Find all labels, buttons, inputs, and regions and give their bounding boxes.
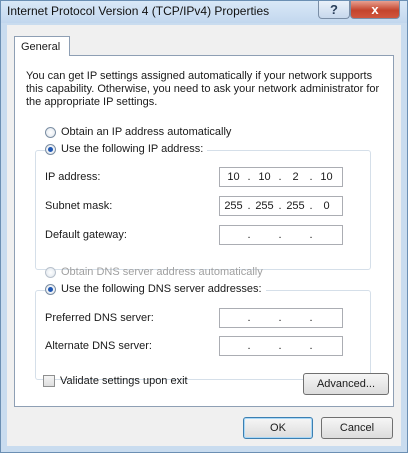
subnet-mask-label: Subnet mask: <box>45 200 113 212</box>
subnet-octet: 255 <box>224 200 243 212</box>
tab-general[interactable]: General <box>14 36 70 56</box>
ip-octet: 10 <box>258 171 271 183</box>
title-bar[interactable]: Internet Protocol Version 4 (TCP/IPv4) P… <box>1 1 407 23</box>
ok-button[interactable]: OK <box>243 417 313 439</box>
use-following-dns-radio[interactable] <box>45 283 56 295</box>
obtain-ip-auto-label: Obtain an IP address automatically <box>61 126 232 138</box>
cancel-button[interactable]: Cancel <box>321 417 393 439</box>
close-button[interactable]: x <box>350 1 400 19</box>
validate-checkbox[interactable] <box>43 375 55 387</box>
preferred-dns-input[interactable]: . . . <box>219 308 343 328</box>
advanced-button[interactable]: Advanced... <box>303 373 389 395</box>
dns-server-group <box>35 290 371 380</box>
obtain-ip-auto-radio[interactable] <box>45 126 56 138</box>
help-icon: ? <box>330 2 338 17</box>
use-following-dns-option[interactable]: Use the following DNS server addresses: <box>45 283 266 295</box>
validate-label: Validate settings upon exit <box>60 375 188 387</box>
close-icon: x <box>371 2 379 17</box>
obtain-dns-auto-option[interactable]: Obtain DNS server address automatically <box>45 266 263 278</box>
ip-address-input[interactable]: 10. 10. 2. 10 <box>219 167 343 187</box>
ip-address-label: IP address: <box>45 171 101 183</box>
subnet-mask-input[interactable]: 255. 255. 255. 0 <box>219 196 343 216</box>
dialog-client-area: General You can get IP settings assigned… <box>7 25 401 446</box>
subnet-octet: 255 <box>255 200 274 212</box>
obtain-dns-auto-radio[interactable] <box>45 266 56 278</box>
ip-octet: 2 <box>292 171 299 183</box>
subnet-octet: 0 <box>323 200 330 212</box>
use-following-ip-label: Use the following IP address: <box>61 143 204 155</box>
ip-octet: 10 <box>227 171 240 183</box>
alternate-dns-input[interactable]: . . . <box>219 336 343 356</box>
window-title: Internet Protocol Version 4 (TCP/IPv4) P… <box>7 4 270 18</box>
general-tab-panel: You can get IP settings assigned automat… <box>14 55 394 407</box>
use-following-dns-label: Use the following DNS server addresses: <box>61 283 262 295</box>
default-gateway-label: Default gateway: <box>45 229 127 241</box>
use-following-ip-radio[interactable] <box>45 143 56 155</box>
default-gateway-input[interactable]: . . . <box>219 225 343 245</box>
description-text: You can get IP settings assigned automat… <box>26 70 380 108</box>
preferred-dns-label: Preferred DNS server: <box>45 312 154 324</box>
obtain-dns-auto-label: Obtain DNS server address automatically <box>61 266 263 278</box>
validate-option[interactable]: Validate settings upon exit <box>43 375 188 387</box>
ip-octet: 10 <box>320 171 333 183</box>
use-following-ip-option[interactable]: Use the following IP address: <box>45 143 208 155</box>
alternate-dns-label: Alternate DNS server: <box>45 340 152 352</box>
subnet-octet: 255 <box>286 200 305 212</box>
properties-dialog: Internet Protocol Version 4 (TCP/IPv4) P… <box>0 0 408 453</box>
help-button[interactable]: ? <box>318 1 350 19</box>
obtain-ip-auto-option[interactable]: Obtain an IP address automatically <box>45 126 231 138</box>
